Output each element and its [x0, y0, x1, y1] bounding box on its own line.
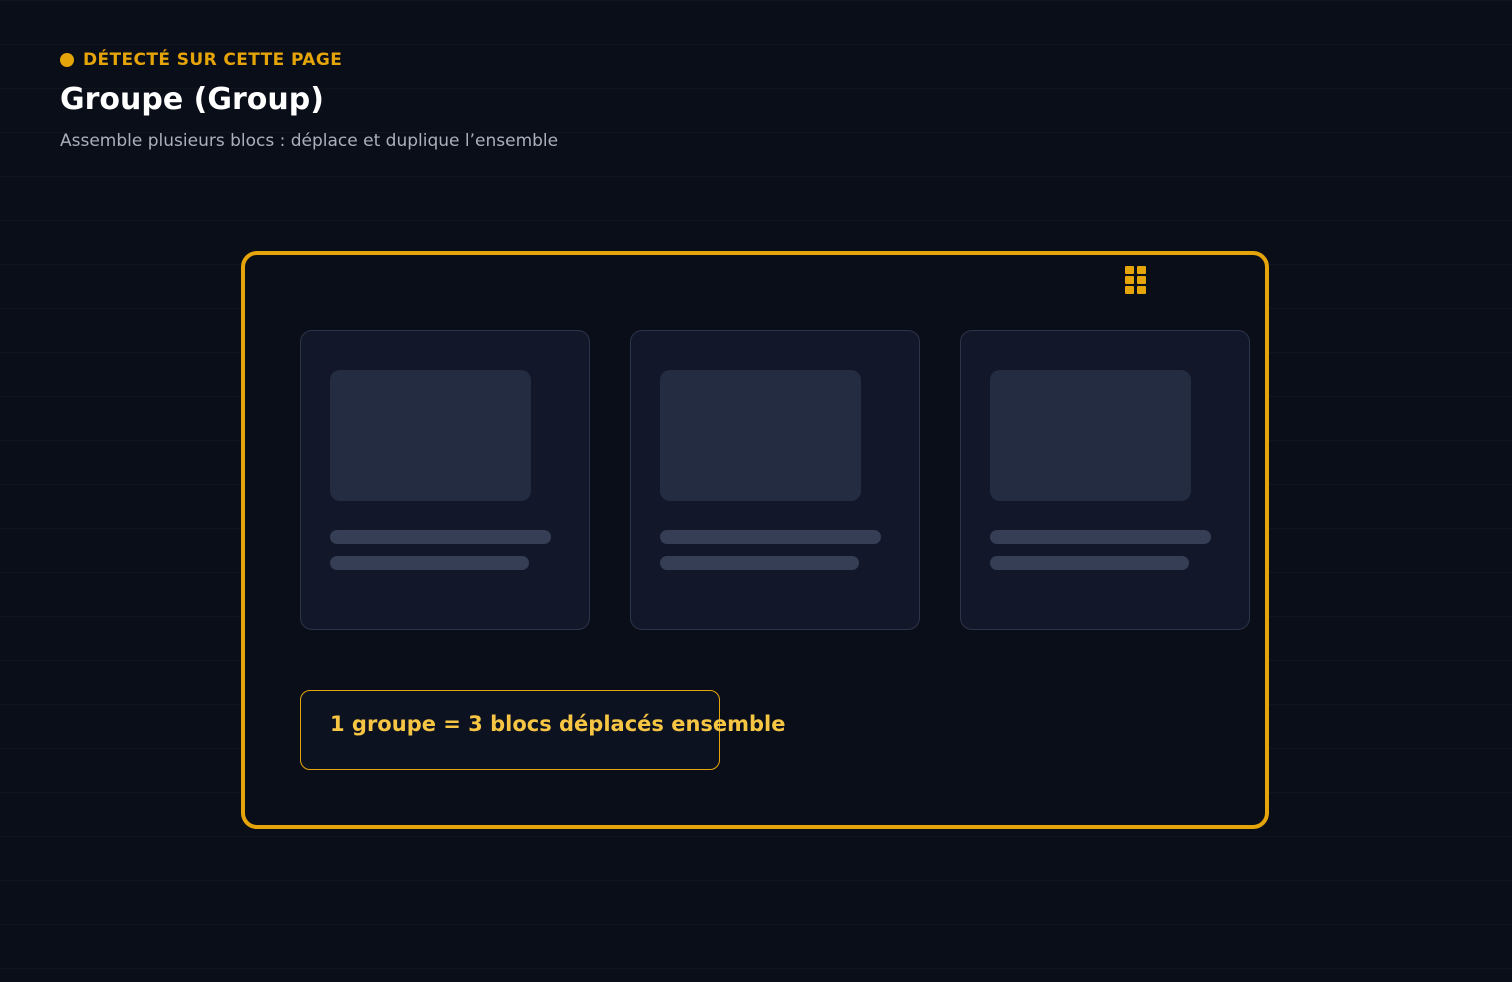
- block-text-placeholder: [330, 556, 529, 570]
- page-title: Groupe (Group): [60, 82, 324, 117]
- block-image-placeholder: [330, 370, 531, 501]
- status-dot-icon: [60, 53, 74, 67]
- grip-dot: [1125, 266, 1134, 274]
- block-card-1[interactable]: [300, 330, 590, 630]
- block-image-placeholder: [660, 370, 861, 501]
- block-text-placeholder: [330, 530, 551, 544]
- block-image-placeholder: [990, 370, 1191, 501]
- block-text-placeholder: [660, 556, 859, 570]
- grip-dot: [1137, 276, 1146, 284]
- grip-dot: [1125, 286, 1134, 294]
- block-card-3[interactable]: [960, 330, 1250, 630]
- grip-dot: [1125, 276, 1134, 284]
- grip-dot: [1137, 286, 1146, 294]
- block-text-placeholder: [660, 530, 881, 544]
- block-card-2[interactable]: [630, 330, 920, 630]
- detected-indicator: DÉTECTÉ SUR CETTE PAGE: [60, 48, 342, 72]
- grip-dot: [1137, 266, 1146, 274]
- detected-label: DÉTECTÉ SUR CETTE PAGE: [83, 50, 343, 70]
- block-text-placeholder: [990, 556, 1189, 570]
- block-text-placeholder: [990, 530, 1211, 544]
- page-subtitle: Assemble plusieurs blocs : déplace et du…: [60, 131, 559, 151]
- grip-vertical-icon[interactable]: [1125, 266, 1147, 296]
- group-info-text: 1 groupe = 3 blocs déplacés ensemble: [330, 712, 786, 736]
